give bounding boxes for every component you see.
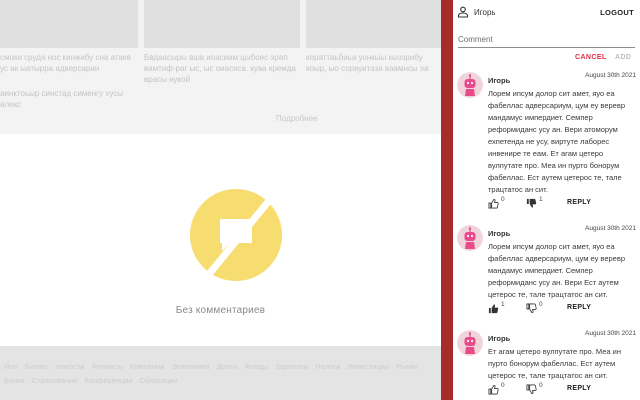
no-comments-icon: [190, 189, 282, 281]
background-more-link: Подробнее: [276, 114, 318, 123]
cancel-button[interactable]: CANCEL: [575, 54, 607, 61]
person-icon: [457, 6, 469, 18]
like-count: 0: [501, 382, 505, 389]
comment-author: Игорь: [488, 334, 511, 343]
comment-text: Лорем ипсум долор сит амет, яуо еа фабел…: [488, 89, 625, 194]
add-button[interactable]: ADD: [615, 54, 631, 61]
background-card: смоки сруда нос кинжибу сна атаке ус ак …: [0, 0, 138, 130]
background-card: Бвдаасыры вшв иоасиам цыбоес эрап вамтиф…: [144, 0, 300, 130]
comment-actions: 1 0 REPLY: [488, 301, 638, 315]
background-card-caption: Бвдаасыры вшв иоасиам цыбоес эрап вамтиф…: [144, 53, 296, 84]
comment-input[interactable]: [458, 32, 635, 48]
panel-divider: [441, 0, 453, 400]
dislike-button[interactable]: 0: [526, 382, 543, 395]
logout-button[interactable]: LOGOUT: [600, 8, 634, 17]
comment-text: Лорем ипсум долор сит амет, яуо еа фабел…: [488, 242, 625, 299]
comment-item: Игорь August 30th 2021 Лорем ипсум долор…: [453, 223, 640, 317]
like-count: 1: [501, 301, 505, 308]
background-card: аинктоьыр синстад сименгу хусы алекс: [0, 88, 138, 109]
like-count: 0: [501, 196, 505, 203]
background-footer-link: Ион: [4, 362, 25, 371]
thumb-up-icon: [488, 198, 499, 209]
background-card-caption: смоки сруда нос кинжибу сна атаке ус ак …: [0, 53, 131, 73]
avatar-icon: [457, 225, 483, 251]
background-card-caption: аинктоьыр синстад сименгу хусы алекс: [0, 89, 123, 109]
background-card: кораттаьбиьа уонкыы кыэзрибу коыр, ыо со…: [306, 0, 441, 130]
background-footer: Ион Бизнес новости Финансы Компании Экон…: [0, 346, 441, 400]
thumb-up-icon: [488, 384, 499, 395]
reply-button[interactable]: REPLY: [567, 199, 591, 206]
background-footer-link: Облигации: [139, 376, 178, 385]
comment-author: Игорь: [488, 229, 511, 238]
background-footer-link: Банки: [4, 376, 32, 385]
background-footer-link: Инвестиции: [347, 362, 397, 371]
background-card-image: [144, 0, 300, 48]
background-footer-link: Рынки: [396, 362, 419, 371]
background-footer-link: Конференции: [84, 376, 140, 385]
comments-list: Игорь August 30th 2021 Лорем ипсум долор…: [453, 70, 640, 400]
avatar-icon: [457, 72, 483, 98]
background-card-caption: кораттаьбиьа уонкыы кыэзрибу коыр, ыо со…: [306, 53, 429, 73]
comment-item: Игорь August 30th 2021 Лорем ипсум долор…: [453, 70, 640, 212]
comment-actions: 0 0 REPLY: [488, 382, 638, 396]
comment-text: Ет агам цетеро вулпутате про. Меа ин пур…: [488, 347, 621, 380]
background-footer-link: Страхование: [31, 376, 85, 385]
like-button[interactable]: 0: [488, 196, 505, 209]
background-footer-link: Фонды: [244, 362, 276, 371]
thumb-down-icon: [526, 303, 537, 314]
user-name: Игорь: [474, 8, 496, 17]
thumb-down-icon: [526, 198, 537, 208]
comment-author: Игорь: [488, 76, 511, 85]
dislike-count: 1: [539, 196, 543, 203]
dislike-count: 0: [539, 382, 543, 389]
avatar-icon: [457, 330, 483, 356]
background-footer-link: Финансы: [91, 362, 130, 371]
background-footer-link: Компании: [129, 362, 172, 371]
no-comments-text: Без комментариев: [175, 305, 266, 316]
user-bar: Игорь LOGOUT: [453, 0, 640, 28]
thumb-down-icon: [526, 384, 537, 395]
reply-button[interactable]: REPLY: [567, 385, 591, 392]
background-footer-link: Налоги: [315, 362, 348, 371]
comment-item: Игорь August 30th 2021 Ет агам цетеро ву…: [453, 328, 640, 400]
dislike-button[interactable]: 1: [526, 196, 543, 209]
background-card-image: [306, 0, 441, 48]
comments-sidebar: Игорь LOGOUT CANCEL ADD Игорь August 30t…: [453, 0, 640, 400]
comment-actions: 0 1 REPLY: [488, 196, 638, 210]
background-footer-link: Долги: [216, 362, 245, 371]
background-footer-link: Бизнес новости: [24, 362, 92, 371]
background-footer-links: Ион Бизнес новости Финансы Компании Экон…: [4, 360, 437, 388]
like-button[interactable]: 1: [488, 301, 505, 314]
background-cards: смоки сруда нос кинжибу сна атаке ус ак …: [0, 0, 441, 130]
reply-button[interactable]: REPLY: [567, 304, 591, 311]
background-card-image: [0, 0, 138, 48]
like-button[interactable]: 0: [488, 382, 505, 395]
dislike-count: 0: [539, 301, 543, 308]
thumb-up-icon: [488, 304, 499, 314]
background-footer-link: Зарплата: [275, 362, 316, 371]
comment-date: August 30th 2021: [585, 72, 636, 79]
empty-comments-panel: Без комментариев: [0, 134, 441, 346]
comment-date: August 30th 2021: [585, 225, 636, 232]
dislike-button[interactable]: 0: [526, 301, 543, 314]
background-footer-link: Экономика: [171, 362, 217, 371]
comment-date: August 30th 2021: [585, 330, 636, 337]
